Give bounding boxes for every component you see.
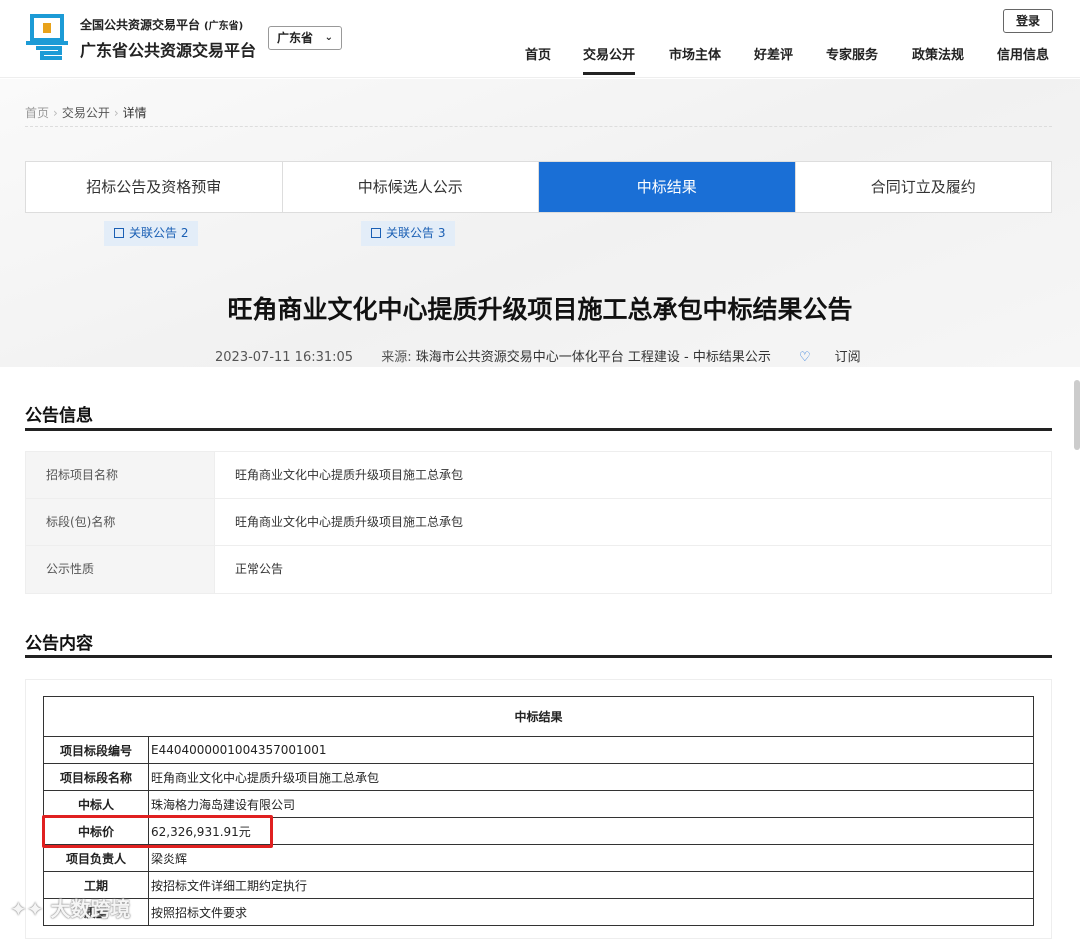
table-row: 中标人 珠海格力海岛建设有限公司 — [43, 790, 1034, 818]
row-label: 项目负责人 — [43, 844, 149, 872]
row-value: E4404000001004357001001 — [148, 736, 1034, 764]
platform-name-national: 全国公共资源交易平台 (广东省) — [80, 18, 244, 32]
row-label: 中标人 — [43, 790, 149, 818]
nav-trading-public[interactable]: 交易公开 — [583, 44, 636, 75]
breadcrumb-current: 详情 — [122, 106, 147, 120]
info-label: 标段(包)名称 — [26, 499, 215, 545]
chevron-down-icon: ⌄ — [324, 32, 333, 43]
section-divider — [25, 428, 1052, 431]
table-row: 质量 按照招标文件要求 — [43, 898, 1034, 926]
breadcrumb-home[interactable]: 首页 — [25, 106, 49, 120]
result-table: 中标结果 项目标段编号 E4404000001004357001001 项目标段… — [43, 696, 1034, 926]
result-table-title: 中标结果 — [43, 696, 1034, 737]
nav-evaluation[interactable]: 好差评 — [754, 44, 793, 63]
watermark-logo: ✦✦ 大数跨境 — [10, 897, 131, 921]
doc-meta: 2023-07-11 16:31:05 来源: 珠海市公共资源交易中心一体化平台… — [215, 346, 909, 365]
publish-datetime: 2023-07-11 16:31:05 — [215, 350, 354, 365]
platform-logo-icon[interactable] — [24, 14, 70, 62]
nav-market-entity[interactable]: 市场主体 — [669, 44, 721, 63]
row-value: 梁炎辉 — [148, 844, 1034, 872]
tab-contract[interactable]: 合同订立及履约 — [796, 162, 1052, 212]
divider — [25, 126, 1052, 127]
tab-tender-notice[interactable]: 招标公告及资格预审 — [26, 162, 283, 212]
copy-icon — [371, 228, 381, 238]
info-table: 招标项目名称 旺角商业文化中心提质升级项目施工总承包 标段(包)名称 旺角商业文… — [25, 451, 1052, 594]
tab-candidate-notice[interactable]: 中标候选人公示 — [283, 162, 539, 212]
scrollbar[interactable] — [1074, 380, 1080, 450]
related-notice-button[interactable]: 关联公告 2 — [104, 221, 199, 246]
table-row: 中标结果 — [43, 696, 1034, 737]
site-header: 全国公共资源交易平台 (广东省) 广东省公共资源交易平台 广东省 ⌄ 登录 首页 … — [0, 0, 1080, 78]
nav-home[interactable]: 首页 — [525, 44, 551, 63]
section-divider — [25, 655, 1052, 658]
nav-expert-service[interactable]: 专家服务 — [826, 44, 878, 63]
source-text: 珠海市公共资源交易中心一体化平台 工程建设 - 中标结果公示 — [415, 350, 771, 365]
table-row: 项目负责人 梁炎辉 — [43, 844, 1034, 872]
page-title: 旺角商业文化中心提质升级项目施工总承包中标结果公告 — [227, 295, 853, 324]
info-value: 旺角商业文化中心提质升级项目施工总承包 — [235, 515, 464, 529]
province-select[interactable]: 广东省 ⌄ — [268, 26, 342, 50]
breadcrumb-trading[interactable]: 交易公开 — [62, 106, 110, 120]
source-label: 来源: — [381, 350, 412, 365]
breadcrumb-separator-icon: › — [53, 106, 58, 120]
info-label: 公示性质 — [26, 546, 215, 593]
row-label: 项目标段名称 — [43, 763, 149, 791]
table-row: 工期 按招标文件详细工期约定执行 — [43, 871, 1034, 899]
table-row: 项目标段编号 E4404000001004357001001 — [43, 736, 1034, 764]
platform-name-province: 广东省公共资源交易平台 — [80, 41, 257, 60]
info-value: 正常公告 — [235, 562, 284, 576]
table-row: 项目标段名称 旺角商业文化中心提质升级项目施工总承包 — [43, 763, 1034, 791]
nav-credit[interactable]: 信用信息 — [997, 44, 1049, 63]
row-value: 旺角商业文化中心提质升级项目施工总承包 — [148, 763, 1034, 791]
table-row: 标段(包)名称 旺角商业文化中心提质升级项目施工总承包 — [26, 499, 1051, 546]
row-value: 按招标文件详细工期约定执行 — [148, 871, 1034, 899]
subscribe-button[interactable]: ♡ 订阅 — [799, 350, 885, 365]
copy-icon — [114, 228, 124, 238]
login-button[interactable]: 登录 — [1003, 9, 1053, 33]
stage-tabs: 招标公告及资格预审 中标候选人公示 中标结果 合同订立及履约 — [25, 161, 1052, 213]
price-highlight-box — [42, 815, 273, 848]
table-row: 公示性质 正常公告 — [26, 546, 1051, 593]
row-value: 珠海格力海岛建设有限公司 — [148, 790, 1034, 818]
breadcrumb-separator-icon: › — [113, 106, 119, 120]
info-label: 招标项目名称 — [26, 452, 215, 498]
row-value: 62,326,931.91元 — [148, 817, 1034, 845]
breadcrumb: 首页 › 交易公开 › 详情 — [25, 104, 147, 121]
row-value: 按照招标文件要求 — [148, 898, 1034, 926]
table-row: 招标项目名称 旺角商业文化中心提质升级项目施工总承包 — [26, 452, 1051, 499]
heart-icon: ♡ — [798, 350, 811, 365]
related-notice-button[interactable]: 关联公告 3 — [361, 221, 456, 246]
info-section-title: 公告信息 — [25, 406, 93, 426]
info-value: 旺角商业文化中心提质升级项目施工总承包 — [235, 468, 464, 482]
tab-award-result[interactable]: 中标结果 — [539, 162, 796, 212]
row-label: 项目标段编号 — [43, 736, 149, 764]
nav-policy[interactable]: 政策法规 — [912, 44, 964, 63]
content-section-title: 公告内容 — [25, 634, 93, 654]
